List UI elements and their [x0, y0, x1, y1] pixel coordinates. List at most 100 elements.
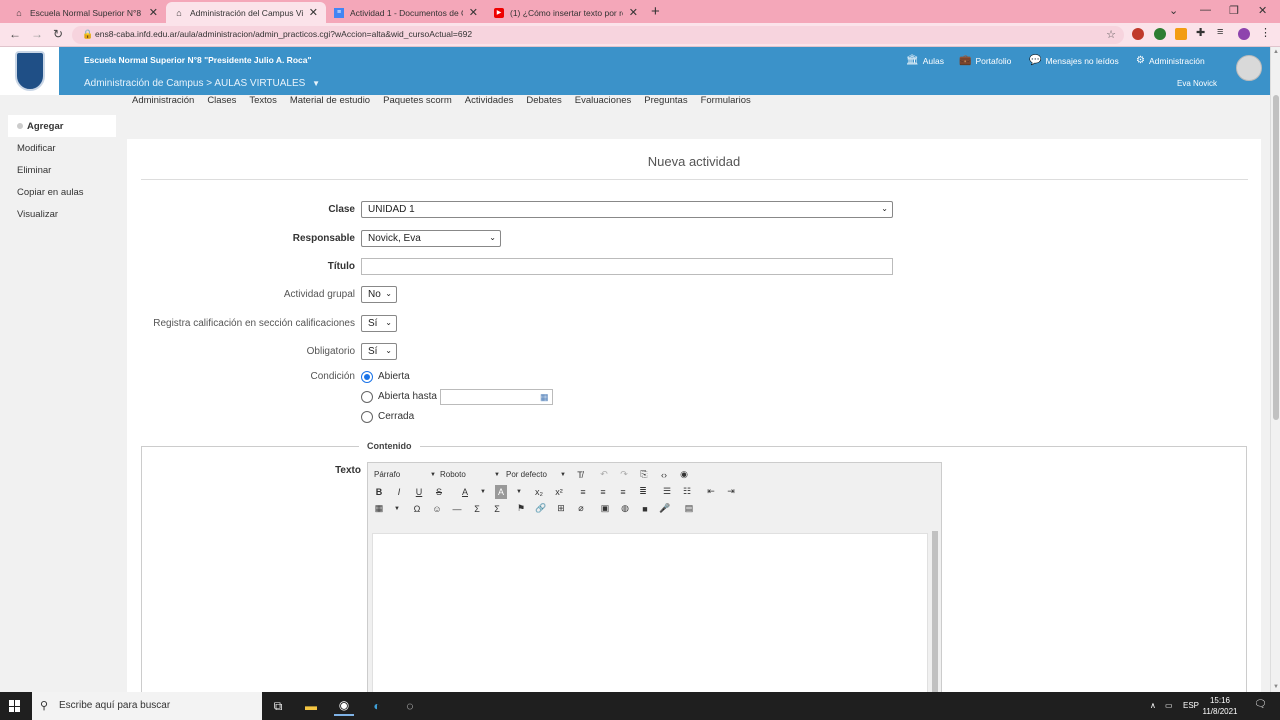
notifications-icon[interactable]: 🗨 [1254, 699, 1267, 710]
sidebar-item-visualizar[interactable]: Visualizar [8, 203, 116, 225]
language-indicator[interactable]: ESP [1183, 701, 1199, 710]
obligatorio-select[interactable]: Sí ⌄ [361, 343, 397, 360]
sidebar-item-eliminar[interactable]: Eliminar [8, 159, 116, 181]
file-explorer-icon[interactable]: ▬ [301, 696, 321, 716]
subnav-material[interactable]: Material de estudio [290, 95, 370, 107]
subnav-evaluaciones[interactable]: Evaluaciones [575, 95, 632, 107]
format-dropdown[interactable]: Párrafo ▼ [374, 470, 436, 479]
close-icon[interactable]: ✕ [629, 6, 638, 19]
url-field[interactable]: 🔒 ens8-caba.infd.edu.ar/aula/administrac… [72, 26, 1124, 44]
chrome-icon[interactable]: ◉ [334, 696, 354, 716]
close-icon[interactable]: ✕ [469, 6, 478, 19]
extension-icon[interactable] [1132, 28, 1144, 40]
sidebar-item-agregar[interactable]: Agregar [8, 115, 116, 137]
size-dropdown[interactable]: Por defecto ▼ [506, 470, 566, 479]
sidebar-item-modificar[interactable]: Modificar [8, 137, 116, 159]
chevron-down-icon[interactable]: ▼ [513, 485, 525, 499]
chevron-down-icon[interactable]: ▼ [312, 79, 320, 88]
condicion-abierta-hasta-label[interactable]: Abierta hasta [378, 391, 437, 402]
browser-tab-active[interactable]: ⌂ Administración del Campus Virtu ✕ [166, 2, 326, 23]
emoji-icon[interactable]: ☺ [431, 502, 443, 516]
subscript-icon[interactable]: x₂ [533, 485, 545, 499]
unlink-icon[interactable]: ⌀ [575, 502, 587, 516]
forward-icon[interactable]: → [31, 27, 43, 41]
template-icon[interactable]: ▤ [683, 502, 695, 516]
editor-text-area[interactable] [372, 533, 928, 703]
align-justify-icon[interactable]: ≣ [637, 485, 649, 499]
menu-icon[interactable]: ⋮ [1260, 26, 1272, 39]
subnav-actividades[interactable]: Actividades [465, 95, 514, 107]
align-right-icon[interactable]: ≡ [617, 485, 629, 499]
back-icon[interactable]: ← [9, 27, 21, 41]
chevron-down-icon[interactable]: ▼ [391, 502, 403, 516]
nav-aulas[interactable]: 🏛 Aulas [906, 55, 944, 66]
sigma-icon[interactable]: Σ [471, 502, 483, 516]
condicion-cerrada-label[interactable]: Cerrada [378, 411, 414, 422]
background-color-icon[interactable]: A [495, 484, 507, 499]
redo-icon[interactable]: ↷ [618, 468, 630, 482]
extension-icon[interactable] [1154, 28, 1166, 40]
scrollbar-thumb[interactable] [1273, 95, 1279, 420]
subnav-formularios[interactable]: Formularios [701, 95, 751, 107]
reload-icon[interactable]: ↻ [53, 27, 63, 41]
condicion-cerrada-radio[interactable] [361, 411, 373, 423]
page-scrollbar[interactable]: ▲ ▼ [1270, 47, 1280, 692]
bookmark-icon[interactable]: ⚑ [515, 502, 527, 516]
strikethrough-icon[interactable]: S [433, 485, 445, 499]
close-icon[interactable]: ✕ [309, 6, 318, 19]
school-logo[interactable] [0, 47, 59, 95]
subnav-scorm[interactable]: Paquetes scorm [383, 95, 452, 107]
browser-tab[interactable]: ≡ Actividad 1 - Documentos de Go ✕ [326, 2, 486, 23]
source-code-icon[interactable]: ‹› [658, 468, 670, 482]
indent-icon[interactable]: ⇥ [725, 485, 737, 499]
sitemap-icon[interactable]: ⊞ [555, 502, 567, 516]
calendar-icon[interactable]: ▦ [540, 392, 549, 403]
tray-expand-icon[interactable]: ∧ [1150, 701, 1156, 710]
browser-tab[interactable]: ▶ (1) ¿Cómo insertar texto por rec ✕ [486, 2, 646, 23]
chevron-down-icon[interactable]: ▼ [477, 485, 489, 499]
special-char-icon[interactable]: Ω [411, 502, 423, 516]
nav-portafolio[interactable]: 💼 Portafolio [959, 55, 1011, 66]
clase-select[interactable]: UNIDAD 1 ⌄ [361, 201, 893, 218]
fecha-hasta-input[interactable] [440, 389, 553, 405]
scroll-up-icon[interactable]: ▲ [1273, 49, 1279, 55]
task-view-icon[interactable]: ⧉ [268, 696, 288, 716]
text-color-icon[interactable]: A [459, 485, 471, 499]
align-center-icon[interactable]: ≡ [597, 485, 609, 499]
browser-tab[interactable]: ⌂ Escuela Normal Superior N°8 "Pr ✕ [6, 2, 166, 23]
extension-icon[interactable] [1175, 28, 1187, 40]
scroll-down-icon[interactable]: ▼ [1273, 684, 1279, 690]
edge-icon[interactable]: ◐ [367, 696, 387, 716]
nav-mensajes[interactable]: 💬 Mensajes no leídos [1029, 55, 1119, 66]
window-close-icon[interactable]: ✕ [1258, 4, 1267, 17]
table-icon[interactable]: ▦ [373, 502, 385, 516]
subnav-preguntas[interactable]: Preguntas [644, 95, 687, 107]
bold-icon[interactable]: B [373, 485, 385, 499]
condicion-abierta-label[interactable]: Abierta [378, 371, 410, 382]
bookmark-star-icon[interactable]: ☆ [1106, 28, 1116, 41]
close-icon[interactable]: ✕ [149, 6, 158, 19]
avatar[interactable] [1236, 55, 1262, 81]
math-icon[interactable]: Σ [491, 502, 503, 516]
new-tab-icon[interactable]: + [651, 3, 660, 20]
puzzle-icon[interactable]: ✚ [1196, 26, 1208, 39]
tab-search-icon[interactable]: ⌄ [1169, 4, 1178, 17]
paste-icon[interactable]: ⎘ [638, 468, 650, 482]
profile-icon[interactable] [1238, 28, 1250, 40]
outdent-icon[interactable]: ⇤ [705, 485, 717, 499]
subnav-clases[interactable]: Clases [207, 95, 236, 107]
video-icon[interactable]: ■ [639, 502, 651, 516]
bullet-list-icon[interactable]: ☰ [661, 485, 673, 499]
align-left-icon[interactable]: ≡ [577, 485, 589, 499]
nav-administracion[interactable]: ⚙ Administración [1136, 55, 1205, 66]
media-icon[interactable]: ◍ [619, 502, 631, 516]
app-icon[interactable]: ◌ [400, 696, 420, 716]
user-name[interactable]: Eva Novick [1177, 79, 1217, 88]
minimize-icon[interactable]: — [1200, 4, 1211, 16]
responsable-select[interactable]: Novick, Eva ⌄ [361, 230, 501, 247]
taskbar-clock[interactable]: 15:16 11/8/2021 [1200, 695, 1240, 717]
breadcrumb-current[interactable]: AULAS VIRTUALES [214, 78, 305, 89]
image-icon[interactable]: ▣ [599, 502, 611, 516]
editor-scrollbar-thumb[interactable] [932, 531, 938, 703]
microphone-icon[interactable]: 🎤 [659, 502, 671, 516]
